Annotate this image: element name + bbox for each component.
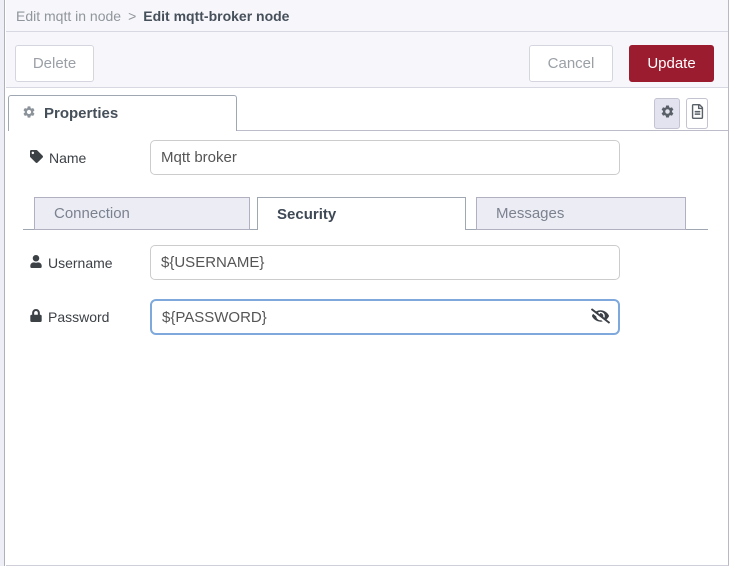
tab-security[interactable]: Security — [257, 197, 466, 230]
name-input[interactable] — [150, 140, 620, 175]
eye-slash-icon — [590, 307, 610, 327]
password-input[interactable] — [152, 308, 582, 326]
breadcrumb-separator: > — [128, 7, 137, 24]
gear-icon — [660, 104, 675, 124]
document-icon — [691, 103, 704, 124]
update-button[interactable]: Update — [629, 45, 714, 82]
dialog-toolbar: Delete Cancel Update — [6, 32, 728, 88]
tag-icon — [30, 149, 43, 166]
cancel-button[interactable]: Cancel — [529, 45, 613, 82]
gear-icon — [22, 105, 36, 123]
username-label-text: Username — [48, 254, 113, 271]
breadcrumb: Edit mqtt in node > Edit mqtt-broker nod… — [6, 0, 728, 32]
name-label: Name — [30, 140, 146, 175]
lock-icon — [30, 308, 42, 325]
user-icon — [30, 254, 42, 271]
broker-section-tabs: Connection Security Messages — [23, 197, 708, 230]
tab-messages-label: Messages — [496, 205, 565, 222]
password-label: Password — [30, 299, 146, 334]
username-label: Username — [30, 245, 146, 280]
delete-button[interactable]: Delete — [15, 45, 94, 82]
password-reveal-button[interactable] — [582, 301, 618, 333]
docs-icon-button[interactable] — [686, 98, 708, 129]
edit-mqtt-broker-dialog: Edit mqtt in node > Edit mqtt-broker nod… — [0, 0, 730, 566]
editor-tab-row: Properties — [6, 88, 728, 131]
name-label-text: Name — [49, 149, 87, 166]
tab-connection[interactable]: Connection — [34, 197, 250, 230]
tab-properties[interactable]: Properties — [8, 95, 237, 131]
tab-security-label: Security — [277, 205, 337, 223]
properties-form: Name Connection Security Messages — [6, 131, 728, 565]
settings-icon-button[interactable] — [654, 98, 680, 129]
tab-properties-label: Properties — [44, 105, 119, 122]
breadcrumb-current: Edit mqtt-broker node — [143, 7, 290, 24]
workspace-edge — [0, 0, 5, 566]
password-label-text: Password — [48, 308, 110, 325]
edit-dialog: Edit mqtt in node > Edit mqtt-broker nod… — [6, 0, 729, 566]
tab-connection-label: Connection — [54, 205, 130, 222]
breadcrumb-parent[interactable]: Edit mqtt in node — [16, 8, 121, 24]
password-field — [150, 299, 620, 335]
username-input[interactable] — [150, 245, 620, 280]
tab-messages[interactable]: Messages — [476, 197, 686, 230]
